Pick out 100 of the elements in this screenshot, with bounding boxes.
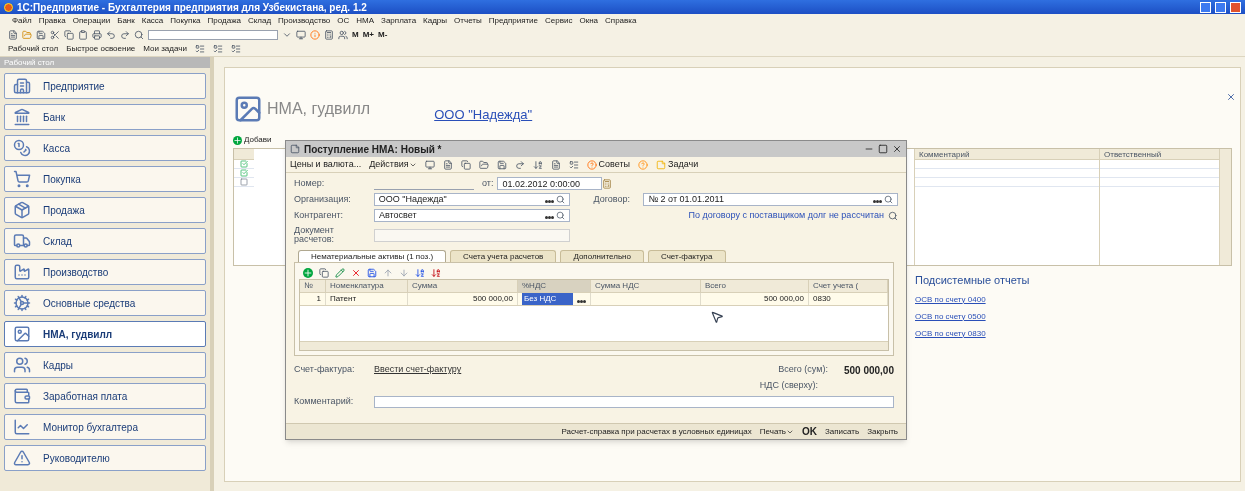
ellipsis-icon[interactable]	[545, 216, 554, 219]
memory-button[interactable]: M-	[378, 29, 388, 41]
column-header[interactable]: Счет учета (	[809, 280, 888, 292]
search-icon[interactable]	[556, 211, 565, 220]
column-header[interactable]: Комментарий	[915, 149, 1099, 160]
folder-icon[interactable]	[478, 159, 489, 170]
search-icon[interactable]	[884, 195, 893, 204]
ellipsis-icon[interactable]	[544, 200, 554, 203]
organization-link[interactable]: ООО "Надежда"	[434, 104, 533, 124]
maximize-button[interactable]	[1215, 1, 1226, 13]
sidebar-item[interactable]: Руководителю	[4, 445, 206, 471]
report-button[interactable]: Расчет-справка при расчетах в условных единицах	[561, 425, 752, 438]
memory-button[interactable]: M+	[362, 29, 374, 41]
menu-item[interactable]: НМА	[356, 15, 375, 27]
window-icon[interactable]	[424, 159, 435, 170]
column-header[interactable]: №	[300, 280, 326, 292]
prices-button[interactable]: Цены и валюта...	[290, 157, 362, 172]
panel-button[interactable]: Рабочий стол	[8, 43, 59, 55]
new-document-icon[interactable]	[8, 30, 18, 40]
copy-icon[interactable]	[64, 30, 74, 40]
maximize-icon[interactable]	[878, 144, 888, 154]
sidebar-item[interactable]: Покупка	[4, 166, 206, 192]
copy-icon[interactable]	[319, 268, 329, 278]
ellipsis-icon[interactable]	[873, 200, 882, 203]
tab[interactable]: Счет-фактура	[647, 250, 726, 262]
undo-icon[interactable]	[106, 30, 116, 40]
menu-item[interactable]: Покупка	[170, 15, 201, 27]
panel-button[interactable]: Быстрое освоение	[66, 43, 136, 55]
tab[interactable]: Дополнительно	[560, 250, 644, 262]
column-header[interactable]: %НДС	[518, 280, 591, 292]
table-row[interactable]: 1 Патент 500 000,00 Без НДС 500 000,00 0830	[300, 293, 888, 306]
report-link[interactable]: ОСВ по счету 0500	[915, 310, 1232, 323]
horizontal-scrollbar[interactable]	[300, 341, 888, 350]
menu-item[interactable]: Сервис	[545, 15, 573, 27]
sidebar-item[interactable]: Продажа	[4, 197, 206, 223]
tab[interactable]: Счета учета расчетов	[450, 250, 557, 262]
column-header[interactable]: Всего	[701, 280, 809, 292]
close-icon[interactable]	[1226, 92, 1236, 102]
sidebar-item[interactable]: Монитор бухгалтера	[4, 414, 206, 440]
arrow-icon[interactable]	[514, 159, 525, 170]
search-icon[interactable]	[134, 30, 144, 40]
sidebar-item[interactable]: Заработная плата	[4, 383, 206, 409]
menu-item[interactable]: Отчеты	[454, 15, 482, 27]
add-button[interactable]: Добави	[233, 134, 272, 146]
delete-icon[interactable]	[351, 268, 361, 278]
menu-item[interactable]: Операции	[72, 15, 111, 27]
window-icon[interactable]	[296, 30, 306, 40]
menu-item[interactable]: Файл	[12, 15, 32, 27]
sidebar-item[interactable]: Склад	[4, 228, 206, 254]
menu-item[interactable]: ОС	[337, 15, 350, 27]
settlement-document-field[interactable]	[374, 228, 570, 242]
add-icon[interactable]	[303, 268, 313, 278]
invoice-link[interactable]: Ввести счет-фактуру	[374, 363, 462, 377]
clipboard-icon[interactable]	[78, 30, 88, 40]
debt-status-link[interactable]: По договору с поставщиком долг не рассчитан	[688, 208, 884, 223]
scissors-icon[interactable]	[50, 30, 60, 40]
menu-item[interactable]: Предприятие	[488, 15, 539, 27]
menu-item[interactable]: Производство	[278, 15, 331, 27]
column-header[interactable]: Номенклатура	[326, 280, 408, 292]
menu-item[interactable]: Продажа	[207, 15, 241, 27]
move-up-icon[interactable]	[383, 268, 393, 278]
print-button[interactable]: Печать	[759, 425, 794, 438]
sidebar-item[interactable]: Кадры	[4, 352, 206, 378]
menu-item[interactable]: Касса	[141, 15, 164, 27]
column-header[interactable]: Ответственный	[1100, 149, 1219, 160]
tips-button[interactable]: Советы	[586, 157, 631, 172]
close-icon[interactable]	[892, 144, 902, 154]
sort-descending-icon[interactable]	[431, 268, 441, 278]
menu-item[interactable]: Банк	[117, 15, 135, 27]
calculator-icon[interactable]	[324, 30, 334, 40]
organization-field[interactable]: ООО "Надежда"	[373, 193, 570, 206]
search-field[interactable]	[148, 30, 278, 40]
save-icon[interactable]	[367, 268, 377, 278]
panel-icon[interactable]	[230, 44, 241, 54]
pencil-icon[interactable]	[335, 268, 345, 278]
report-link[interactable]: ОСВ по счету 0830	[915, 327, 1232, 340]
copy-icon[interactable]	[460, 159, 471, 170]
panel-icon[interactable]	[194, 44, 205, 54]
search-icon[interactable]	[888, 210, 898, 221]
calendar-icon[interactable]	[602, 178, 613, 189]
sidebar-item[interactable]: Производство	[4, 259, 206, 285]
actions-button[interactable]: Действия	[369, 157, 417, 172]
sidebar-item[interactable]: Основные средства	[4, 290, 206, 316]
sort-ascending-icon[interactable]	[415, 268, 425, 278]
sidebar-item[interactable]: НМА, гудвилл	[4, 321, 206, 347]
tasks-button[interactable]: Задачи	[656, 157, 699, 172]
sidebar-item[interactable]: Предприятие	[4, 73, 206, 99]
date-field[interactable]: 01.02.2012 0:00:00	[497, 177, 603, 190]
column-header[interactable]: Сумма НДС	[591, 280, 701, 292]
document-icon[interactable]	[442, 159, 453, 170]
sidebar-item[interactable]: Банк	[4, 104, 206, 130]
counterparty-field[interactable]: Автосвет	[374, 209, 570, 222]
save-icon[interactable]	[36, 30, 46, 40]
report-icon[interactable]	[550, 159, 561, 170]
list-icon[interactable]	[568, 159, 579, 170]
minimize-button[interactable]	[1200, 1, 1211, 13]
contract-field[interactable]: № 2 от 01.01.2011	[643, 193, 898, 206]
dropdown-icon[interactable]	[282, 30, 292, 40]
search-icon[interactable]	[555, 195, 565, 204]
sort-icon[interactable]	[532, 159, 543, 170]
